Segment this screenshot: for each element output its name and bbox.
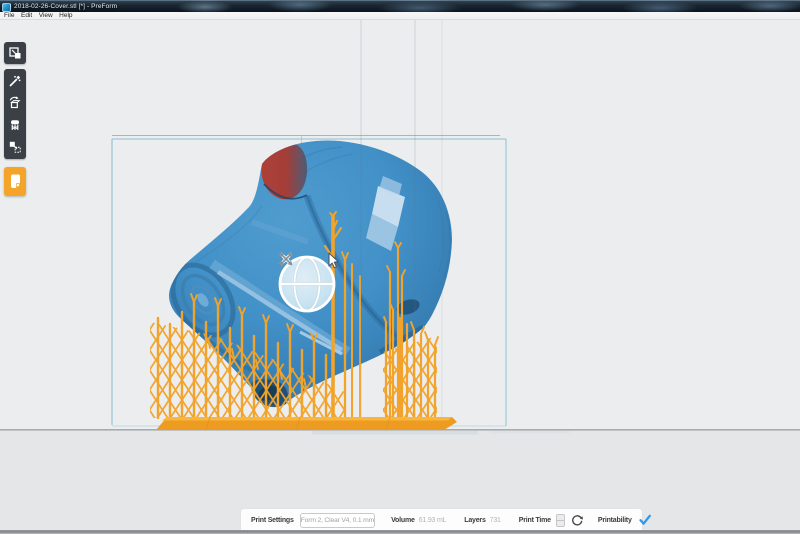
print-settings-selector[interactable]: Form 2, Clear V4, 0.1 mm bbox=[299, 512, 376, 528]
magic-wand-icon bbox=[9, 75, 21, 87]
print-time-refresh-button[interactable] bbox=[570, 513, 584, 527]
menu-file[interactable]: File bbox=[4, 12, 14, 20]
preform-app-icon bbox=[2, 2, 11, 12]
check-icon bbox=[638, 514, 651, 525]
refresh-icon bbox=[571, 515, 583, 526]
menu-view[interactable]: View bbox=[39, 12, 53, 20]
floor-reflection-2 bbox=[490, 431, 570, 434]
printability-status bbox=[638, 514, 652, 526]
menu-bar: File Edit View Help bbox=[0, 12, 800, 20]
title-bar[interactable]: 2018-02-26-Cover.stl [*] - PreForm bbox=[0, 0, 800, 12]
preform-window: 2018-02-26-Cover.stl [*] - PreForm File … bbox=[0, 0, 800, 534]
print-time-value: — bbox=[555, 513, 565, 527]
tool-group bbox=[4, 69, 26, 159]
viewport-3d[interactable] bbox=[0, 0, 800, 534]
floor-reflection bbox=[312, 431, 478, 435]
printability-label: Printability bbox=[597, 516, 632, 524]
print-settings-label: Print Settings bbox=[251, 516, 294, 524]
layers-value: 731 bbox=[489, 516, 501, 524]
volume-label: Volume bbox=[391, 516, 415, 524]
window-title: 2018-02-26-Cover.stl [*] - PreForm bbox=[14, 3, 118, 10]
layout-icon bbox=[9, 141, 21, 153]
print-time-label: Print Time bbox=[518, 516, 551, 524]
one-click-print-button[interactable] bbox=[4, 70, 26, 92]
menu-help[interactable]: Help bbox=[59, 12, 72, 20]
rotate-cube-icon bbox=[9, 96, 21, 109]
scale-icon bbox=[9, 47, 21, 59]
print-info-bar: Print Settings Form 2, Clear V4, 0.1 mm … bbox=[240, 508, 651, 531]
window-bottom-border bbox=[0, 530, 800, 534]
print-button[interactable] bbox=[4, 167, 26, 196]
print-cartridge-icon bbox=[10, 174, 20, 188]
orientation-tool-button[interactable] bbox=[4, 92, 26, 114]
left-toolbar bbox=[4, 42, 26, 196]
move-gizmo[interactable] bbox=[278, 255, 336, 313]
supports-tool-button[interactable] bbox=[4, 114, 26, 136]
volume-value: 61.93 mL bbox=[418, 516, 447, 524]
supports-icon bbox=[11, 120, 19, 130]
layers-label: Layers bbox=[464, 516, 486, 524]
menu-edit[interactable]: Edit bbox=[21, 12, 32, 20]
size-tool-button[interactable] bbox=[4, 42, 26, 64]
layout-tool-button[interactable] bbox=[4, 136, 26, 158]
